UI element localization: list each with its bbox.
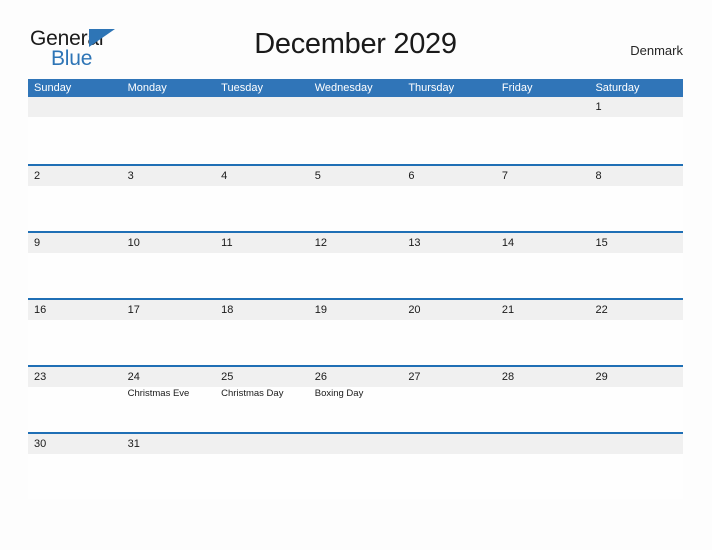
day-number: 20: [408, 304, 421, 316]
day-number: 25: [221, 371, 234, 383]
day-event-label: Christmas Day: [221, 388, 284, 399]
calendar-day-cell[interactable]: [495, 434, 590, 499]
calendar-day-cell[interactable]: 17: [121, 300, 216, 365]
day-number: 28: [501, 371, 515, 383]
calendar-day-cell[interactable]: 7: [495, 166, 590, 231]
day-number: 6: [408, 170, 415, 182]
weekday-header-row: Sunday Monday Tuesday Wednesday Thursday…: [28, 79, 683, 97]
day-event-label: Christmas Eve: [127, 388, 190, 399]
calendar-day-cell[interactable]: [402, 434, 496, 499]
day-number: 5: [314, 170, 321, 182]
calendar-day-cell[interactable]: [215, 97, 309, 164]
day-number: 17: [127, 304, 140, 316]
day-number: 19: [314, 304, 327, 316]
calendar-week-row: 1: [28, 97, 684, 164]
day-number: 30: [34, 438, 47, 450]
calendar-week-row: 16 17 18 19 20 21 22: [28, 298, 684, 365]
calendar-day-cell[interactable]: 29: [589, 367, 684, 432]
calendar-day-cell[interactable]: [121, 97, 216, 164]
calendar-day-cell[interactable]: 31: [121, 434, 216, 499]
calendar-day-cell[interactable]: 19: [308, 300, 403, 365]
calendar-day-cell[interactable]: 13: [402, 233, 496, 298]
calendar-day-cell[interactable]: 16: [28, 300, 122, 365]
calendar-day-cell[interactable]: 18: [215, 300, 309, 365]
day-number: 27: [408, 371, 421, 383]
calendar-day-cell[interactable]: 6: [402, 166, 496, 231]
calendar-day-cell[interactable]: 22: [589, 300, 684, 365]
day-number: 24: [127, 371, 140, 383]
day-number: 16: [34, 304, 47, 316]
calendar-week-row: 23 24 Christmas Eve 25 Christmas Day 26 Box…: [28, 365, 684, 432]
calendar-week-row: 9 10 11 12 13 14 15: [28, 231, 684, 298]
day-number: 15: [595, 237, 608, 249]
day-number: 11: [221, 237, 233, 249]
country-label: Denmark: [630, 43, 683, 58]
day-event-label: Boxing Day: [314, 388, 364, 399]
day-number: 31: [127, 438, 140, 450]
day-number: 1: [595, 101, 602, 113]
calendar-day-cell[interactable]: [589, 434, 684, 499]
calendar-day-cell[interactable]: 23: [28, 367, 122, 432]
weekday-header-friday: Friday: [501, 82, 533, 94]
calendar-day-cell[interactable]: 24 Christmas Eve: [121, 367, 216, 432]
calendar-day-cell[interactable]: 12: [308, 233, 403, 298]
calendar-day-cell[interactable]: 5: [308, 166, 403, 231]
calendar-day-cell[interactable]: [308, 97, 403, 164]
day-number: 29: [595, 371, 608, 383]
calendar-day-cell[interactable]: 3: [121, 166, 216, 231]
calendar-day-cell[interactable]: 8: [589, 166, 684, 231]
day-number: 26: [314, 371, 327, 383]
calendar-page: General Blue December 2029 Denmark Sunda…: [0, 0, 712, 550]
calendar-day-cell[interactable]: 26 Boxing Day: [308, 367, 403, 432]
calendar-day-cell[interactable]: [28, 97, 122, 164]
weekday-header-wednesday: Wednesday: [314, 82, 373, 94]
day-number: 9: [34, 237, 41, 249]
calendar-day-cell[interactable]: [495, 97, 590, 164]
calendar-grid: Sunday Monday Tuesday Wednesday Thursday…: [28, 79, 684, 499]
day-number: 10: [127, 237, 140, 249]
calendar-week-row: 2 3 4 5 6 7 8: [28, 164, 684, 231]
calendar-day-cell[interactable]: 28: [495, 367, 590, 432]
day-number: 8: [595, 170, 602, 182]
calendar-day-cell[interactable]: [308, 434, 403, 499]
calendar-day-cell[interactable]: 9: [28, 233, 122, 298]
calendar-day-cell[interactable]: 25 Christmas Day: [215, 367, 309, 432]
day-number: 12: [314, 237, 327, 249]
weekday-header-saturday: Saturday: [595, 82, 640, 94]
day-number: 2: [34, 170, 41, 182]
day-number: 23: [34, 371, 47, 383]
day-number: 22: [595, 304, 608, 316]
day-number: 4: [221, 170, 228, 182]
weekday-header-sunday: Sunday: [34, 82, 72, 94]
calendar-day-cell[interactable]: 4: [215, 166, 309, 231]
calendar-day-cell[interactable]: 10: [121, 233, 216, 298]
calendar-day-cell[interactable]: 15: [589, 233, 684, 298]
day-number: 21: [501, 304, 515, 316]
calendar-day-cell[interactable]: 30: [28, 434, 122, 499]
calendar-day-cell[interactable]: 27: [402, 367, 496, 432]
calendar-week-row: 30 31: [28, 432, 684, 499]
calendar-day-cell[interactable]: 1: [589, 97, 684, 164]
calendar-day-cell[interactable]: [402, 97, 496, 164]
weekday-header-tuesday: Tuesday: [221, 82, 263, 94]
calendar-day-cell[interactable]: [215, 434, 309, 499]
calendar-day-cell[interactable]: 14: [495, 233, 590, 298]
weekday-header-thursday: Thursday: [408, 82, 455, 94]
page-header: General Blue December 2029 Denmark: [28, 22, 683, 70]
day-number: 7: [501, 170, 509, 182]
calendar-day-cell[interactable]: 21: [495, 300, 590, 365]
calendar-day-cell[interactable]: 20: [402, 300, 496, 365]
day-number: 18: [221, 304, 234, 316]
page-title: December 2029: [254, 28, 457, 60]
day-number: 14: [501, 237, 515, 249]
day-number: 13: [408, 237, 421, 249]
weekday-header-monday: Monday: [127, 82, 167, 94]
calendar-day-cell[interactable]: 2: [28, 166, 122, 231]
calendar-day-cell[interactable]: 11: [215, 233, 309, 298]
day-number: 3: [127, 170, 134, 182]
